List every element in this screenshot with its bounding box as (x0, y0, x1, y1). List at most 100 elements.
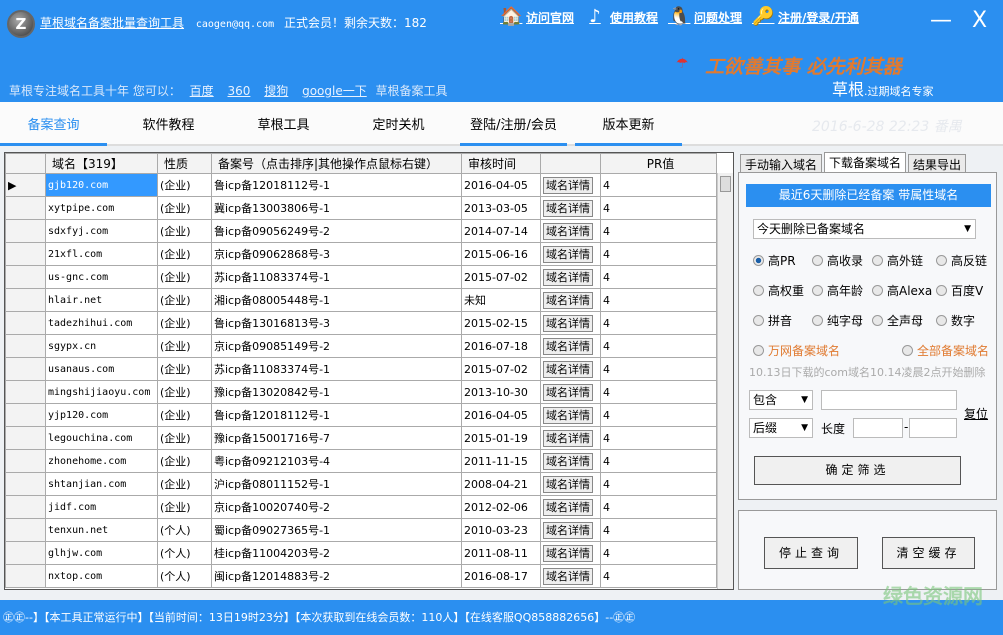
tab-tools[interactable]: 草根工具 (230, 102, 337, 146)
type-cell[interactable]: (企业) (158, 312, 212, 335)
pr-cell[interactable]: 4 (601, 266, 717, 289)
icp-cell[interactable]: 鲁icp备12018112号-1 (212, 404, 462, 427)
radio-option[interactable]: 高权重 (753, 282, 804, 299)
length-max-input[interactable] (909, 418, 957, 438)
domain-detail-button[interactable]: 域名详情 (543, 338, 593, 355)
filter-button[interactable]: 确定筛选 (754, 456, 961, 485)
top-link-2[interactable]: 🐧问题处理 (668, 6, 742, 28)
type-cell[interactable]: (企业) (158, 335, 212, 358)
icp-cell[interactable]: 粤icp备09212103号-4 (212, 450, 462, 473)
table-row[interactable]: glhjw.com (个人) 桂icp备11004203号-2 2011-08-… (6, 542, 717, 565)
icp-cell[interactable]: 鲁icp备12018112号-1 (212, 174, 462, 197)
type-cell[interactable]: (企业) (158, 427, 212, 450)
radio-option[interactable]: 高年龄 (812, 282, 863, 299)
row-header[interactable] (6, 450, 46, 473)
table-row[interactable]: ▶ gjb120.com (企业) 鲁icp备12018112号-1 2016-… (6, 174, 717, 197)
radio-option[interactable]: 高收录 (812, 252, 863, 269)
link-google[interactable]: google一下 (302, 84, 367, 98)
icp-cell[interactable]: 豫icp备15001716号-7 (212, 427, 462, 450)
radio-option[interactable]: 拼音 (753, 312, 792, 329)
link-baidu[interactable]: 百度 (190, 84, 214, 98)
domain-cell[interactable]: us-gnc.com (46, 266, 158, 289)
domain-cell[interactable]: legouchina.com (46, 427, 158, 450)
vertical-scrollbar[interactable] (717, 173, 733, 589)
type-cell[interactable]: (企业) (158, 381, 212, 404)
type-cell[interactable]: (企业) (158, 220, 212, 243)
pr-cell[interactable]: 4 (601, 358, 717, 381)
col-pr[interactable]: PR值 (601, 154, 717, 174)
col-icp[interactable]: 备案号（点击排序|其他操作点鼠标右键） (212, 154, 462, 174)
radio-all[interactable]: 全部备案域名 (902, 342, 989, 359)
row-header[interactable] (6, 381, 46, 404)
pr-cell[interactable]: 4 (601, 220, 717, 243)
type-cell[interactable]: (企业) (158, 358, 212, 381)
icp-cell[interactable]: 京icp备09062868号-3 (212, 243, 462, 266)
table-row[interactable]: legouchina.com (企业) 豫icp备15001716号-7 201… (6, 427, 717, 450)
domain-cell[interactable]: 21xfl.com (46, 243, 158, 266)
date-cell[interactable]: 2016-04-05 (462, 404, 541, 427)
date-select[interactable]: 今天删除已备案域名▼ (753, 219, 976, 239)
row-header[interactable]: ▶ (6, 174, 46, 197)
date-cell[interactable]: 未知 (462, 289, 541, 312)
type-cell[interactable]: (企业) (158, 473, 212, 496)
icp-cell[interactable]: 京icp备10020740号-2 (212, 496, 462, 519)
table-row[interactable]: us-gnc.com (企业) 苏icp备11083374号-1 2015-07… (6, 266, 717, 289)
radio-option[interactable]: 全声母 (872, 312, 923, 329)
row-header[interactable] (6, 197, 46, 220)
domain-detail-button[interactable]: 域名详情 (543, 246, 593, 263)
pr-cell[interactable]: 4 (601, 496, 717, 519)
pr-cell[interactable]: 4 (601, 243, 717, 266)
domain-cell[interactable]: usanaus.com (46, 358, 158, 381)
date-cell[interactable]: 2014-07-14 (462, 220, 541, 243)
date-cell[interactable]: 2016-07-18 (462, 335, 541, 358)
date-cell[interactable]: 2015-07-02 (462, 266, 541, 289)
domain-cell[interactable]: gjb120.com (46, 174, 158, 197)
date-cell[interactable]: 2015-06-16 (462, 243, 541, 266)
scroll-thumb[interactable] (720, 176, 731, 192)
radio-option[interactable]: 数字 (936, 312, 975, 329)
domain-detail-button[interactable]: 域名详情 (543, 269, 593, 286)
link-360[interactable]: 360 (228, 84, 251, 98)
date-cell[interactable]: 2015-07-02 (462, 358, 541, 381)
keyword-input[interactable] (821, 390, 957, 410)
row-header[interactable] (6, 565, 46, 588)
type-cell[interactable]: (企业) (158, 243, 212, 266)
type-cell[interactable]: (个人) (158, 519, 212, 542)
icp-cell[interactable]: 鲁icp备13016813号-3 (212, 312, 462, 335)
pr-cell[interactable]: 4 (601, 404, 717, 427)
link-sogou[interactable]: 搜狗 (264, 84, 288, 98)
date-cell[interactable]: 2011-11-15 (462, 450, 541, 473)
date-cell[interactable]: 2013-03-05 (462, 197, 541, 220)
type-cell[interactable]: (企业) (158, 174, 212, 197)
tab-login[interactable]: 登陆/注册/会员 (460, 102, 567, 146)
pr-cell[interactable]: 4 (601, 289, 717, 312)
top-link-1[interactable]: ♪使用教程 (584, 6, 658, 28)
type-cell[interactable]: (企业) (158, 496, 212, 519)
domain-cell[interactable]: hlair.net (46, 289, 158, 312)
col-date[interactable]: 审核时间 (462, 154, 541, 174)
table-row[interactable]: tadezhihui.com (企业) 鲁icp备13016813号-3 201… (6, 312, 717, 335)
tab-record-query[interactable]: 备案查询 (0, 102, 107, 146)
pr-cell[interactable]: 4 (601, 174, 717, 197)
icp-cell[interactable]: 豫icp备13020842号-1 (212, 381, 462, 404)
icp-cell[interactable]: 蜀icp备09027365号-1 (212, 519, 462, 542)
row-header[interactable] (6, 220, 46, 243)
pr-cell[interactable]: 4 (601, 381, 717, 404)
radio-option[interactable]: 高反链 (936, 252, 987, 269)
radio-option[interactable]: 高Alexa (872, 282, 932, 299)
domain-detail-button[interactable]: 域名详情 (543, 453, 593, 470)
radio-option[interactable]: 纯字母 (812, 312, 863, 329)
date-cell[interactable]: 2012-02-06 (462, 496, 541, 519)
row-header[interactable] (6, 243, 46, 266)
row-header[interactable] (6, 289, 46, 312)
contains-select[interactable]: 包含▼ (749, 390, 813, 410)
row-header[interactable] (6, 335, 46, 358)
type-cell[interactable]: (企业) (158, 404, 212, 427)
type-cell[interactable]: (企业) (158, 197, 212, 220)
domain-detail-button[interactable]: 域名详情 (543, 407, 593, 424)
pr-cell[interactable]: 4 (601, 542, 717, 565)
radio-option[interactable]: 百度V (936, 282, 983, 299)
domain-cell[interactable]: mingshijiaoyu.com (46, 381, 158, 404)
row-header[interactable] (6, 312, 46, 335)
type-cell[interactable]: (企业) (158, 289, 212, 312)
